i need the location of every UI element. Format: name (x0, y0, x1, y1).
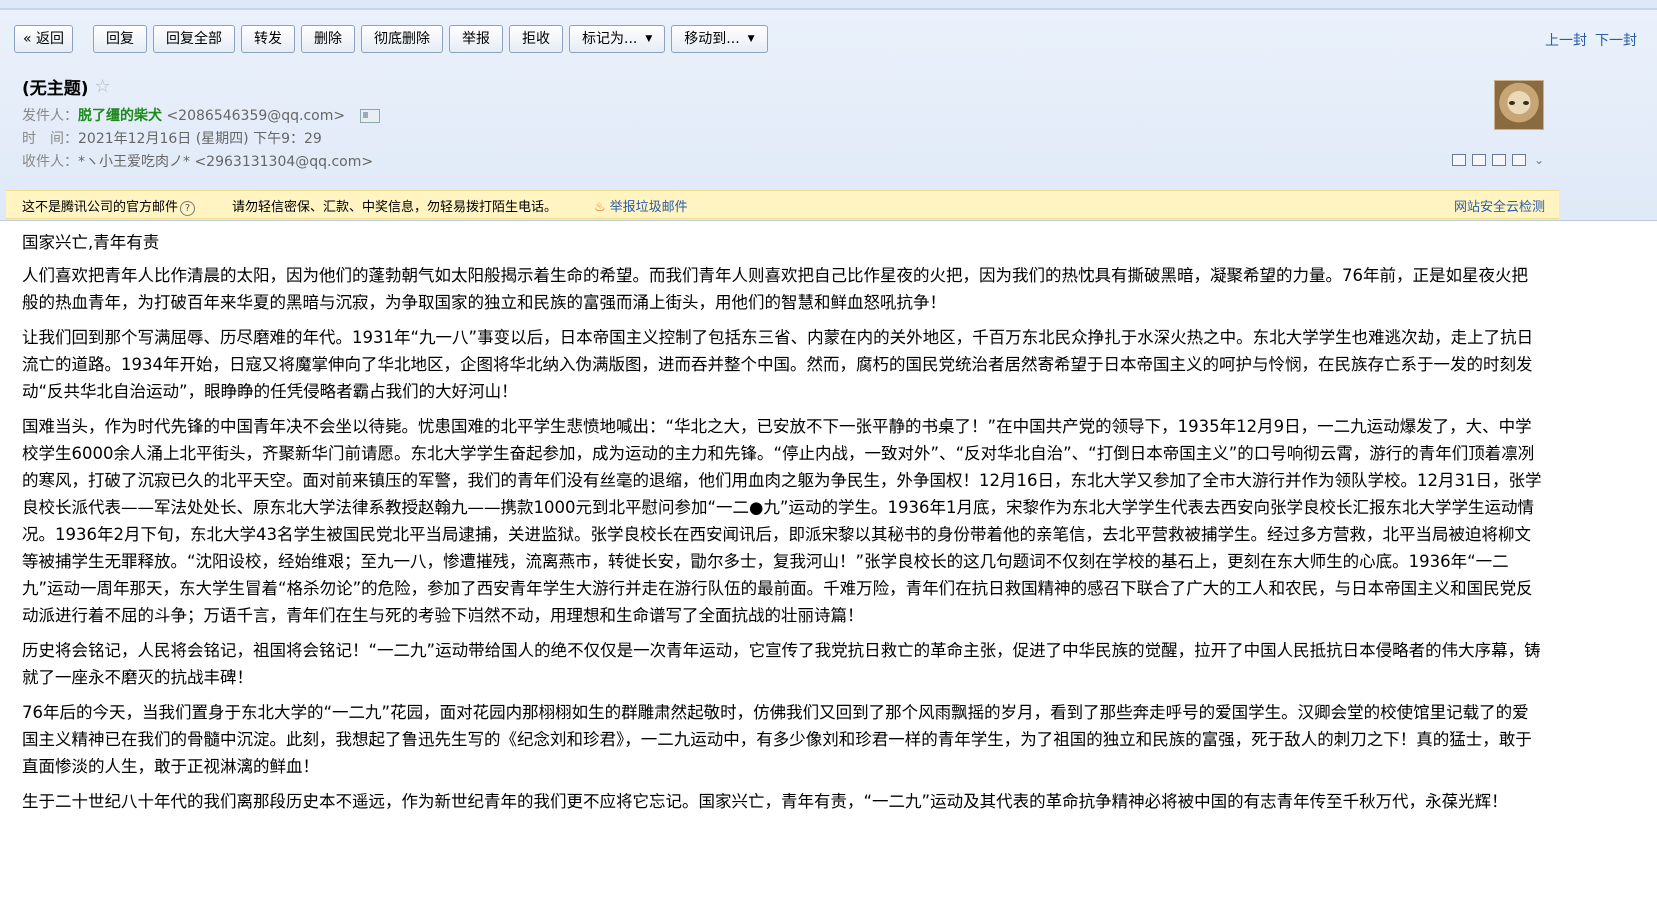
add-icon[interactable] (1492, 154, 1506, 166)
warning-text-1: 这不是腾讯公司的官方邮件? (22, 196, 196, 216)
mail-header-panel: « 返回 回复 回复全部 转发 删除 彻底删除 举报 拒收 标记为... ▼ 移… (0, 10, 1657, 221)
body-title: 国家兴亡,青年有责 (22, 233, 160, 252)
top-strip (0, 0, 1657, 8)
mark-as-label: 标记为... (582, 31, 638, 47)
body-paragraph: 让我们回到那个写满屈辱、历尽磨难的年代。1931年“九一八”事变以后，日本帝国主… (22, 328, 1534, 401)
forward-button[interactable]: 转发 (241, 25, 296, 53)
print-icon[interactable] (1512, 154, 1526, 166)
toolbar: « 返回 回复 回复全部 转发 删除 彻底删除 举报 拒收 标记为... ▼ 移… (14, 24, 768, 54)
delete-permanently-button[interactable]: 彻底删除 (361, 25, 444, 53)
move-to-dropdown[interactable]: 移动到... ▼ (671, 25, 768, 53)
mail-body: 国家兴亡,青年有责 人们喜欢把青年人比作清晨的太阳，因为他们的蓬勃朝气如太阳般揭… (22, 229, 1542, 823)
safe-check-link[interactable]: 网站安全云检测 (1454, 196, 1545, 215)
mail-actions: ⌄ (1452, 154, 1546, 166)
body-paragraph: 历史将会铭记，人民将会铭记，祖国将会铭记！“一二九”运动带给国人的绝不仅仅是一次… (22, 641, 1541, 687)
sender-address: <2086546359@qq.com> (166, 108, 346, 124)
reply-all-button[interactable]: 回复全部 (153, 25, 236, 53)
pager: 上一封 下一封 (1545, 30, 1637, 50)
note-icon[interactable] (1472, 154, 1486, 166)
move-to-label: 移动到... (684, 31, 740, 47)
chevron-down-icon[interactable]: ⌄ (1532, 154, 1546, 166)
avatar-detail (1509, 101, 1515, 105)
recipient-label: 收件人： (22, 154, 78, 170)
chevron-down-icon: ▼ (747, 34, 755, 44)
body-paragraph: 76年后的今天，当我们置身于东北大学的“一二九”花园，面对花园内那栩栩如生的群雕… (22, 703, 1532, 776)
contact-card-icon[interactable] (359, 109, 380, 123)
back-button[interactable]: « 返回 (14, 25, 74, 53)
recipient-name[interactable]: *ヽ小王爱吃肉ノ* (78, 154, 190, 170)
fire-icon: ♨ (594, 200, 606, 215)
time-value: 2021年12月16日 (星期四) 下午9：29 (78, 131, 322, 147)
sender-name[interactable]: 脱了缰的柴犬 (78, 108, 162, 124)
warning-text-2: 请勿轻信密保、汇款、中奖信息，勿轻易拨打陌生电话。 (232, 200, 558, 215)
recipient-row: 收件人：*ヽ小王爱吃肉ノ* <2963131304@qq.com> (22, 151, 373, 171)
next-mail-link[interactable]: 下一封 (1595, 30, 1637, 50)
new-window-icon[interactable] (1452, 154, 1466, 166)
report-spam-link[interactable]: ♨ 举报垃圾邮件 (594, 196, 688, 215)
reply-button[interactable]: 回复 (93, 25, 148, 53)
report-button[interactable]: 举报 (449, 25, 504, 53)
chevron-down-icon: ▼ (645, 34, 653, 44)
time-row: 时 间：2021年12月16日 (星期四) 下午9：29 (22, 128, 322, 148)
mail-subject: (无主题) ☆ (22, 74, 111, 99)
delete-button[interactable]: 删除 (301, 25, 356, 53)
time-label: 时 间： (22, 131, 78, 147)
recipient-address: <2963131304@qq.com> (194, 154, 374, 170)
prev-mail-link[interactable]: 上一封 (1545, 30, 1587, 50)
sender-label: 发件人： (22, 108, 78, 124)
mark-as-dropdown[interactable]: 标记为... ▼ (569, 25, 666, 53)
body-paragraph: 生于二十世纪八十年代的我们离那段历史本不遥远，作为新世纪青年的我们更不应将它忘记… (22, 792, 1508, 811)
avatar-detail (1523, 101, 1529, 105)
body-paragraph: 国难当头，作为时代先锋的中国青年决不会坐以待毙。忧患国难的北平学生悲愤地喊出：“… (22, 417, 1542, 625)
help-icon[interactable]: ? (180, 201, 196, 216)
reject-button[interactable]: 拒收 (509, 25, 564, 53)
warning-official: 这不是腾讯公司的官方邮件 (22, 200, 179, 215)
security-warning-bar: 这不是腾讯公司的官方邮件? 请勿轻信密保、汇款、中奖信息，勿轻易拨打陌生电话。 … (6, 190, 1559, 219)
sender-avatar[interactable] (1494, 80, 1544, 130)
report-spam-label: 举报垃圾邮件 (609, 200, 688, 215)
body-paragraph: 人们喜欢把青年人比作清晨的太阳，因为他们的蓬勃朝气如太阳般揭示着生命的希望。而我… (22, 266, 1528, 312)
sender-row: 发件人：脱了缰的柴犬 <2086546359@qq.com> (22, 105, 380, 125)
subject-text: (无主题) (22, 79, 89, 99)
star-icon[interactable]: ☆ (95, 76, 111, 97)
